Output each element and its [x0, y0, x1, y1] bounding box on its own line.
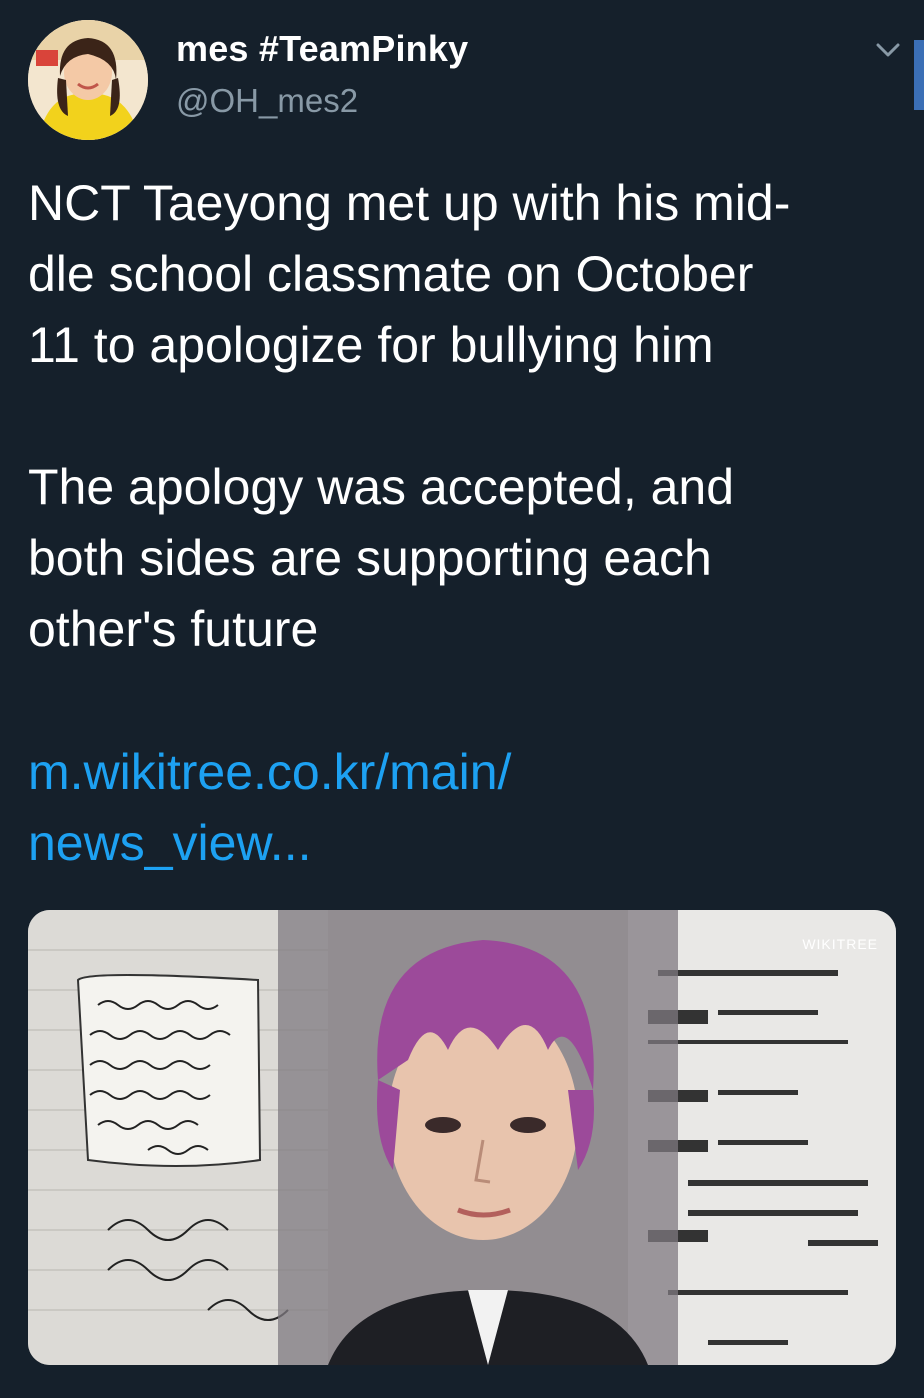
- edge-indicator: [914, 40, 924, 110]
- tweet-text: NCT Taeyong met up with his mid- dle sch…: [28, 175, 791, 657]
- watermark: WIKITREE: [802, 936, 878, 952]
- tweet-header: mes #TeamPinky @OH_mes2: [24, 10, 904, 140]
- chevron-down-icon[interactable]: [870, 32, 906, 68]
- tweet-link[interactable]: m.wikitree.co.kr/main/ news_view...: [28, 737, 898, 879]
- avatar-image: [28, 20, 148, 140]
- display-name[interactable]: mes #TeamPinky: [176, 28, 468, 70]
- avatar[interactable]: [28, 20, 148, 140]
- tweet-media-image[interactable]: WIKITREE: [28, 910, 896, 1365]
- media-photo: [28, 910, 896, 1365]
- user-handle[interactable]: @OH_mes2: [176, 82, 358, 120]
